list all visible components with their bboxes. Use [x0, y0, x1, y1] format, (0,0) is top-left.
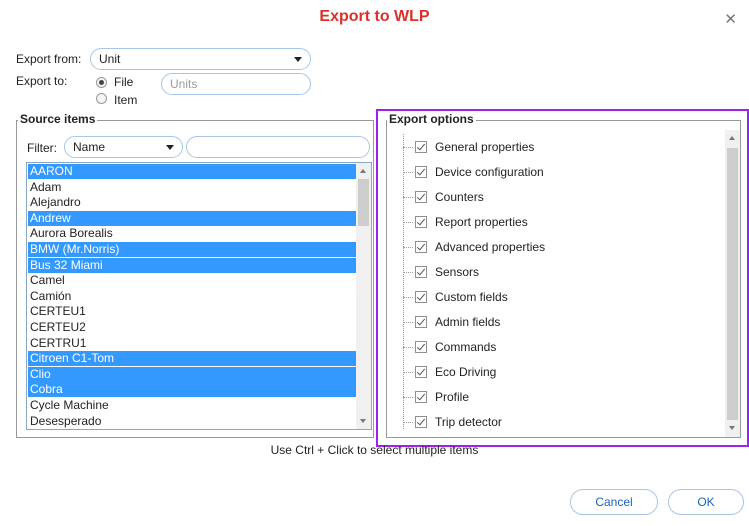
tree-connector [403, 272, 413, 273]
option-checkbox[interactable] [415, 366, 427, 378]
filter-text-input[interactable] [186, 136, 370, 158]
option-checkbox[interactable] [415, 141, 427, 153]
option-checkbox[interactable] [415, 191, 427, 203]
option-label: Advanced properties [435, 240, 546, 254]
export-options-legend: Export options [387, 112, 476, 126]
list-item[interactable]: Bus 32 Miami [28, 257, 360, 273]
option-checkbox[interactable] [415, 341, 427, 353]
radio-file-label: File [114, 75, 134, 89]
option-label: Profile [435, 390, 470, 404]
radio-item-label: Item [114, 93, 138, 107]
option-label: Admin fields [435, 315, 501, 329]
option-label: Custom fields [435, 290, 508, 304]
close-icon[interactable]: ✕ [724, 12, 737, 27]
filter-select-value: Name [73, 140, 106, 154]
list-item[interactable]: AARON [28, 164, 360, 179]
source-scrollbar[interactable] [356, 163, 371, 429]
list-item[interactable]: Clio [28, 366, 360, 382]
list-item[interactable]: Camel [28, 273, 360, 288]
export-from-value: Unit [99, 52, 121, 66]
options-scrollbar[interactable] [725, 130, 740, 437]
list-item[interactable]: Cobra [28, 382, 360, 398]
list-item[interactable]: Alejandro [28, 195, 360, 210]
tree-connector [403, 222, 413, 223]
units-placeholder: Units [170, 77, 198, 91]
list-item[interactable]: Aurora Borealis [28, 226, 360, 241]
option-row[interactable]: Profile [388, 386, 718, 411]
radio-item[interactable] [96, 93, 107, 104]
list-item[interactable]: Cycle Machine [28, 398, 360, 413]
list-item[interactable]: CERTEU1 [28, 304, 360, 319]
export-from-label: Export from: [16, 52, 82, 66]
options-scroll-thumb[interactable] [727, 148, 738, 420]
list-item[interactable]: Adam [28, 180, 360, 195]
option-checkbox[interactable] [415, 291, 427, 303]
tree-connector [403, 347, 413, 348]
export-to-label: Export to: [16, 74, 68, 88]
option-checkbox[interactable] [415, 216, 427, 228]
export-options-tree: General properties Device configuration Co… [388, 134, 724, 434]
scroll-up-icon[interactable] [729, 136, 735, 140]
option-row[interactable]: Admin fields [388, 311, 718, 336]
tree-connector [403, 197, 413, 198]
option-row[interactable]: General properties [388, 136, 718, 161]
option-label: Eco Driving [435, 365, 497, 379]
option-row[interactable]: Device configuration [388, 161, 718, 186]
filter-select[interactable]: Name [64, 136, 183, 158]
option-row[interactable]: Eco Driving [388, 361, 718, 386]
units-input[interactable]: Units [161, 73, 311, 95]
option-checkbox[interactable] [415, 266, 427, 278]
option-label: General properties [435, 140, 535, 154]
option-checkbox[interactable] [415, 241, 427, 253]
tree-connector [403, 397, 413, 398]
tree-connector [403, 372, 413, 373]
scroll-up-icon[interactable] [360, 169, 366, 173]
list-item[interactable]: BMW (Mr.Norris) [28, 242, 360, 257]
tree-connector [403, 147, 413, 148]
option-checkbox[interactable] [415, 166, 427, 178]
dialog-title: Export to WLP [319, 8, 430, 25]
option-checkbox[interactable] [415, 316, 427, 328]
tree-connector [403, 297, 413, 298]
option-label: Device configuration [435, 165, 544, 179]
option-label: Commands [435, 340, 497, 354]
list-item[interactable]: Desesperado [28, 414, 360, 429]
option-row[interactable]: Report properties [388, 211, 718, 236]
option-row[interactable]: Advanced properties [388, 236, 718, 261]
radio-file[interactable] [96, 77, 107, 88]
option-checkbox[interactable] [415, 416, 427, 428]
tree-connector [403, 322, 413, 323]
list-item[interactable]: Camión [28, 289, 360, 304]
scroll-down-icon[interactable] [360, 419, 366, 423]
filter-label: Filter: [27, 141, 57, 155]
option-label: Report properties [435, 215, 528, 229]
source-scroll-thumb[interactable] [358, 179, 369, 226]
option-label: Trip detector [435, 415, 502, 429]
chevron-down-icon [166, 145, 174, 150]
option-label: Counters [435, 190, 484, 204]
tree-connector [403, 247, 413, 248]
tree-connector [403, 172, 413, 173]
option-label: Sensors [435, 265, 480, 279]
export-from-select[interactable]: Unit [90, 48, 311, 70]
option-row[interactable]: Trip detector [388, 411, 718, 434]
option-checkbox[interactable] [415, 391, 427, 403]
list-item[interactable]: CERTRU1 [28, 336, 360, 351]
option-row[interactable]: Sensors [388, 261, 718, 286]
multi-select-hint: Use Ctrl + Click to select multiple item… [270, 443, 479, 457]
scroll-down-icon[interactable] [729, 426, 735, 430]
option-row[interactable]: Commands [388, 336, 718, 361]
list-item[interactable]: CERTEU2 [28, 320, 360, 335]
list-item[interactable]: Andrew [28, 210, 360, 226]
source-items-legend: Source items [18, 112, 98, 126]
option-row[interactable]: Counters [388, 186, 718, 211]
cancel-button[interactable]: Cancel [570, 489, 658, 515]
tree-connector [403, 422, 413, 423]
source-items-list[interactable]: AARON Adam Alejandro Andrew Aurora Borealis B… [26, 162, 372, 430]
chevron-down-icon [294, 57, 302, 62]
option-row[interactable]: Custom fields [388, 286, 718, 311]
ok-button[interactable]: OK [668, 489, 744, 515]
list-item[interactable]: Citroen C1-Tom [28, 351, 360, 367]
